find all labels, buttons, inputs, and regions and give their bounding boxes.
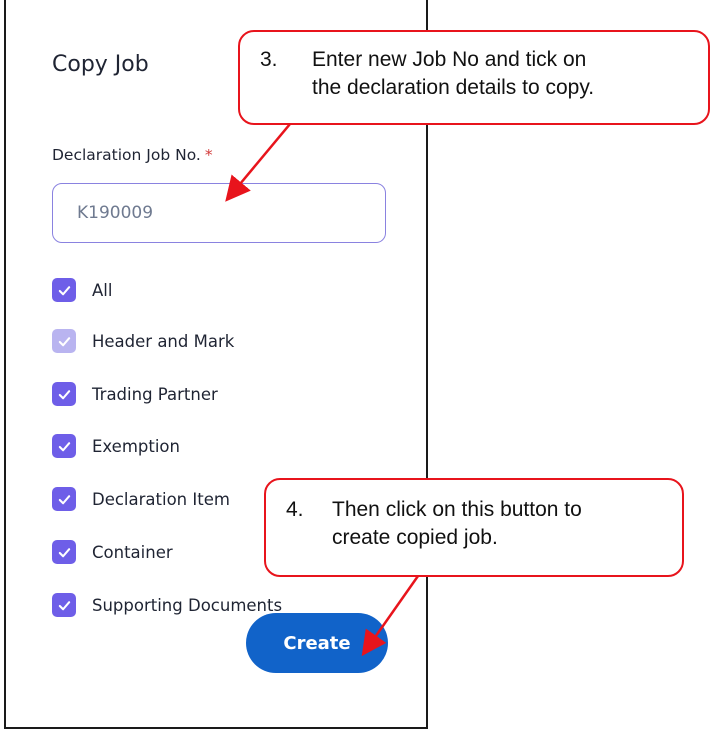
option-declaration-item[interactable]: Declaration Item <box>52 486 230 512</box>
option-label: Container <box>92 542 173 562</box>
checkbox-all[interactable] <box>52 278 76 302</box>
callout-step-4: 4. Then click on this button to create c… <box>264 478 684 577</box>
callout-line: the declaration details to copy. <box>312 76 595 99</box>
option-supporting-documents[interactable]: Supporting Documents <box>52 592 282 618</box>
check-icon <box>58 547 70 557</box>
callout-step-3: 3. Enter new Job No and tick on the decl… <box>238 30 710 125</box>
option-trading-partner[interactable]: Trading Partner <box>52 381 218 407</box>
callout-text: Then click on this button to create copi… <box>332 496 582 552</box>
option-all[interactable]: All <box>52 277 112 303</box>
checkbox-trading-partner[interactable] <box>52 382 76 406</box>
callout-number: 4. <box>286 498 304 521</box>
check-icon <box>58 336 70 346</box>
check-icon <box>58 285 70 295</box>
check-icon <box>58 494 70 504</box>
check-icon <box>58 600 70 610</box>
dialog-title: Copy Job <box>52 52 149 77</box>
option-label: Header and Mark <box>92 331 235 351</box>
checkbox-declaration-item[interactable] <box>52 487 76 511</box>
check-icon <box>58 389 70 399</box>
callout-text: Enter new Job No and tick on the declara… <box>312 46 594 102</box>
option-exemption[interactable]: Exemption <box>52 433 180 459</box>
callout-line: Then click on this button to <box>332 498 582 521</box>
checkbox-container[interactable] <box>52 540 76 564</box>
option-label: All <box>92 280 113 300</box>
option-label: Supporting Documents <box>92 595 283 615</box>
callout-number: 3. <box>260 48 278 71</box>
option-container[interactable]: Container <box>52 539 173 565</box>
job-no-input[interactable] <box>52 183 386 243</box>
option-label: Exemption <box>92 436 180 456</box>
checkbox-supporting-documents[interactable] <box>52 593 76 617</box>
checkbox-exemption[interactable] <box>52 434 76 458</box>
option-label: Declaration Item <box>92 489 230 509</box>
create-button[interactable]: Create <box>246 613 388 673</box>
field-label-text: Declaration Job No. <box>52 146 201 164</box>
callout-line: Enter new Job No and tick on <box>312 48 587 71</box>
check-icon <box>58 441 70 451</box>
callout-line: create copied job. <box>332 526 498 549</box>
required-asterisk: * <box>204 146 213 164</box>
option-label: Trading Partner <box>92 384 218 404</box>
declaration-job-no-label: Declaration Job No. * <box>52 146 213 164</box>
option-header-and-mark[interactable]: Header and Mark <box>52 328 234 354</box>
checkbox-header-and-mark[interactable] <box>52 329 76 353</box>
